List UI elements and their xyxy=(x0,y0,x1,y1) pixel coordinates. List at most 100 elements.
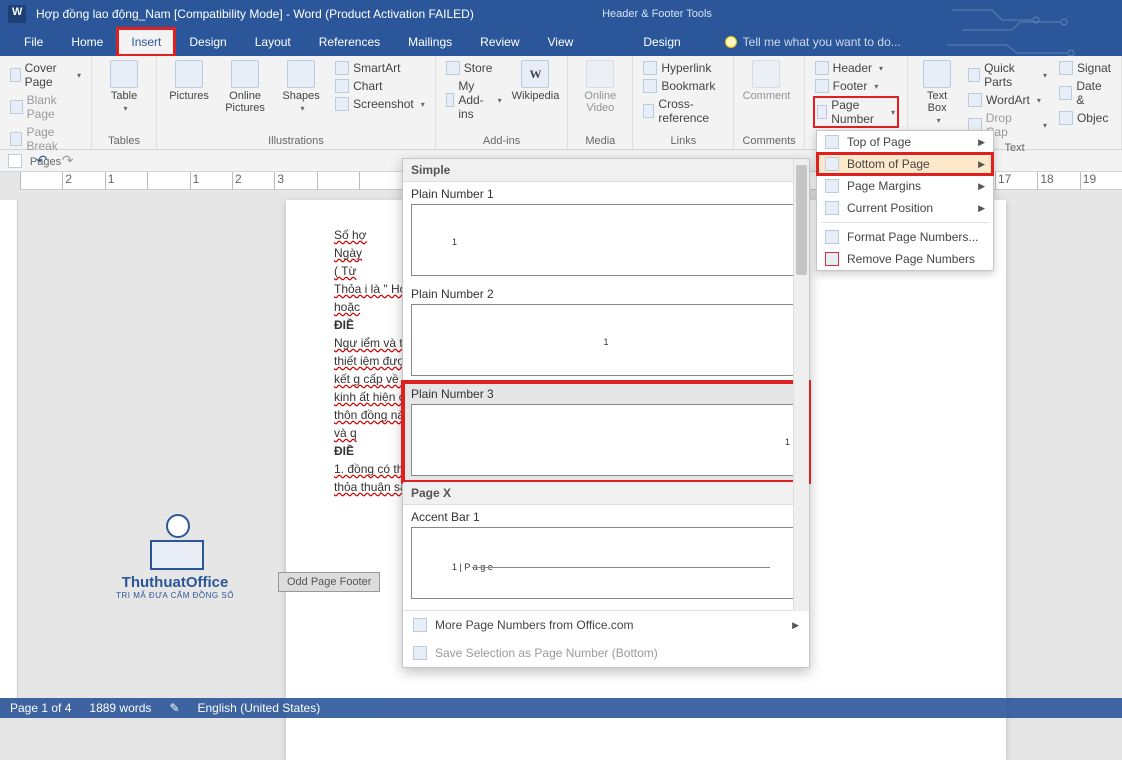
save-selection: Save Selection as Page Number (Bottom) xyxy=(403,639,809,667)
gallery-item-plain-3-highlighted[interactable]: Plain Number 3 1 xyxy=(403,382,809,482)
tab-header-footer-design[interactable]: Design xyxy=(629,28,694,56)
addins-icon xyxy=(446,93,455,107)
my-addins-button[interactable]: My Add-ins xyxy=(444,78,504,122)
tab-layout[interactable]: Layout xyxy=(241,28,305,56)
bookmark-button[interactable]: Bookmark xyxy=(641,78,725,94)
odd-page-footer-tag[interactable]: Odd Page Footer xyxy=(278,572,380,592)
comment-icon xyxy=(752,60,780,88)
object-icon xyxy=(1059,111,1073,125)
page-number-button[interactable]: Page Number xyxy=(813,96,900,128)
menu-top-of-page[interactable]: Top of Page▶ xyxy=(817,131,993,153)
tab-file[interactable]: File xyxy=(10,28,57,56)
wikipedia-button[interactable]: WWikipedia xyxy=(512,60,560,102)
margins-icon xyxy=(825,179,839,193)
gallery-scrollbar[interactable] xyxy=(793,159,809,611)
blank-page-icon xyxy=(10,100,23,114)
gallery-footer: More Page Numbers from Office.com▶ Save … xyxy=(403,610,809,667)
gallery-item-label: Accent Bar 1 xyxy=(403,505,809,527)
quick-parts-button[interactable]: Quick Parts xyxy=(966,60,1049,90)
gallery-item-label: Plain Number 1 xyxy=(403,182,809,204)
crossref-icon xyxy=(643,104,654,118)
bottom-page-icon xyxy=(825,157,839,171)
more-page-numbers[interactable]: More Page Numbers from Office.com▶ xyxy=(403,611,809,639)
tab-insert[interactable]: Insert xyxy=(117,28,175,56)
logo-graphic xyxy=(140,510,210,570)
gallery-section-simple: Simple xyxy=(403,159,809,182)
menu-remove-page-numbers[interactable]: Remove Page Numbers xyxy=(817,248,993,270)
signature-button[interactable]: Signat xyxy=(1057,60,1113,76)
ruler-vertical[interactable] xyxy=(0,200,18,698)
shapes-icon xyxy=(287,60,315,88)
table-icon xyxy=(110,60,138,88)
chart-icon xyxy=(335,79,349,93)
watermark-logo: ThuthuatOffice TRI MÃ ĐƯA CẨM ĐỒNG SỐ xyxy=(100,510,250,600)
gallery-item-plain-2[interactable]: 1 xyxy=(411,304,801,376)
wordart-icon xyxy=(968,93,982,107)
menu-page-margins[interactable]: Page Margins▶ xyxy=(817,175,993,197)
tab-view[interactable]: View xyxy=(534,28,588,56)
shapes-button[interactable]: Shapes xyxy=(277,60,325,113)
textbox-icon xyxy=(923,60,951,88)
group-comments: Comment Comments xyxy=(734,56,804,149)
scrollbar-thumb[interactable] xyxy=(796,165,807,275)
group-media: Online Video Media xyxy=(568,56,633,149)
store-button[interactable]: Store xyxy=(444,60,504,76)
menu-current-position[interactable]: Current Position▶ xyxy=(817,197,993,219)
blank-page-button[interactable]: Blank Page xyxy=(8,92,83,122)
hyperlink-button[interactable]: Hyperlink xyxy=(641,60,725,76)
group-pages: Cover Page Blank Page Page Break Pages xyxy=(0,56,92,149)
current-pos-icon xyxy=(825,201,839,215)
datetime-icon xyxy=(1059,86,1072,100)
tab-design[interactable]: Design xyxy=(175,28,240,56)
header-button[interactable]: Header xyxy=(813,60,900,76)
pictures-button[interactable]: Pictures xyxy=(165,60,213,102)
footer-button[interactable]: Footer xyxy=(813,78,900,94)
remove-icon xyxy=(825,252,839,266)
menu-format-page-numbers[interactable]: Format Page Numbers... xyxy=(817,226,993,248)
gallery-item-accent-1[interactable]: 1 | P a g e xyxy=(411,527,801,599)
status-words[interactable]: 1889 words xyxy=(89,701,151,715)
logo-tagline: TRI MÃ ĐƯA CẨM ĐỒNG SỐ xyxy=(100,591,250,600)
office-icon xyxy=(413,618,427,632)
status-language[interactable]: English (United States) xyxy=(198,701,321,715)
object-button[interactable]: Objec xyxy=(1057,110,1113,126)
bulb-icon xyxy=(725,36,737,48)
text-box-button[interactable]: Text Box xyxy=(916,60,958,125)
tab-home[interactable]: Home xyxy=(57,28,117,56)
date-time-button[interactable]: Date & xyxy=(1057,78,1113,108)
table-button[interactable]: Table xyxy=(100,60,148,113)
status-page[interactable]: Page 1 of 4 xyxy=(10,701,71,715)
cover-page-button[interactable]: Cover Page xyxy=(8,60,83,90)
cross-reference-button[interactable]: Cross-reference xyxy=(641,96,725,126)
chart-button[interactable]: Chart xyxy=(333,78,427,94)
gallery-section-page-x: Page X xyxy=(403,482,809,505)
footer-icon xyxy=(815,79,829,93)
online-video-button[interactable]: Online Video xyxy=(576,60,624,114)
gallery-item-plain-1[interactable]: 1 xyxy=(411,204,801,276)
screenshot-button[interactable]: Screenshot xyxy=(333,96,427,112)
cover-page-icon xyxy=(10,68,21,82)
page-number-icon xyxy=(817,105,828,119)
menu-bottom-of-page[interactable]: Bottom of Page▶ xyxy=(817,153,993,175)
smartart-button[interactable]: SmartArt xyxy=(333,60,427,76)
wordart-button[interactable]: WordArt xyxy=(966,92,1049,108)
status-spell-icon[interactable]: ✎ xyxy=(169,701,179,715)
signature-icon xyxy=(1059,61,1073,75)
tell-me-placeholder: Tell me what you want to do... xyxy=(743,35,901,49)
screenshot-icon xyxy=(335,97,349,111)
tab-review[interactable]: Review xyxy=(466,28,533,56)
tab-mailings[interactable]: Mailings xyxy=(394,28,466,56)
page-break-button[interactable]: Page Break xyxy=(8,124,83,154)
comment-button[interactable]: Comment xyxy=(742,60,790,102)
quickparts-icon xyxy=(968,68,980,82)
save-selection-icon xyxy=(413,646,427,660)
tell-me-search[interactable]: Tell me what you want to do... xyxy=(725,28,901,56)
group-addins: Store My Add-ins WWikipedia Add-ins xyxy=(436,56,569,149)
tab-references[interactable]: References xyxy=(305,28,394,56)
page-break-icon xyxy=(10,132,22,146)
header-icon xyxy=(815,61,829,75)
format-icon xyxy=(825,230,839,244)
status-bar: Page 1 of 4 1889 words ✎ English (United… xyxy=(0,698,1122,718)
online-pictures-button[interactable]: Online Pictures xyxy=(221,60,269,114)
word-icon xyxy=(8,5,26,23)
